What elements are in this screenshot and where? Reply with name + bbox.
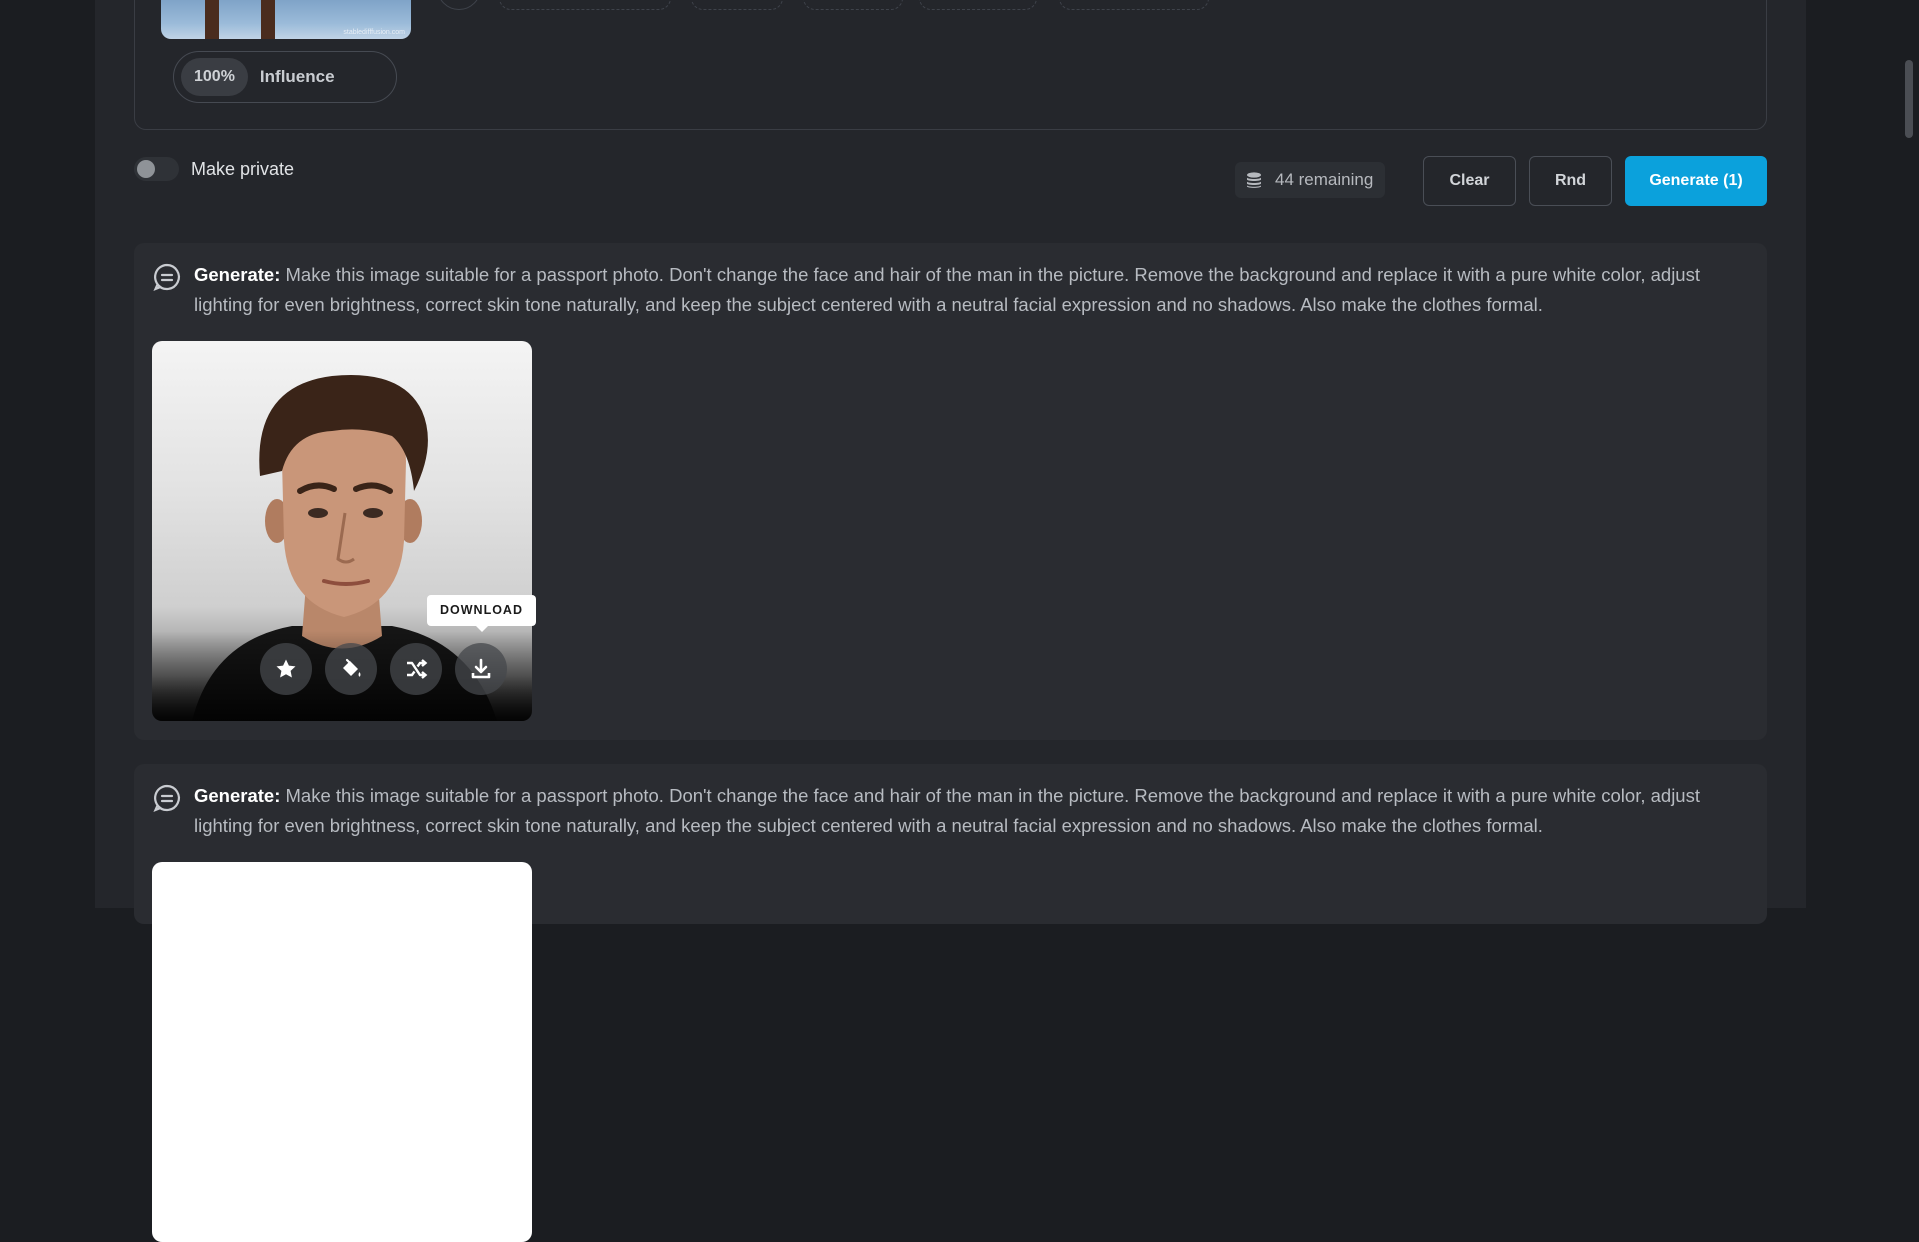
generation-prompt-text: Make this image suitable for a passport …	[194, 264, 1700, 315]
credits-remaining-badge: 44 remaining	[1235, 162, 1386, 198]
reference-slot[interactable]	[499, 0, 671, 10]
star-icon	[276, 659, 296, 678]
page-scrollbar[interactable]	[1905, 60, 1913, 138]
reference-image-thumbnail[interactable]: stabledifffusion.com	[161, 0, 411, 39]
reference-slot[interactable]	[919, 0, 1037, 10]
generation-prefix: Generate:	[194, 264, 281, 285]
suspender-strap-left	[205, 0, 219, 39]
suspender-strap-right	[261, 0, 275, 39]
download-tooltip: DOWNLOAD	[427, 595, 536, 632]
influence-percent: 100%	[181, 58, 248, 96]
reference-slot[interactable]	[803, 0, 903, 10]
random-button[interactable]: Rnd	[1529, 156, 1612, 206]
reference-slot[interactable]	[691, 0, 783, 10]
influence-label: Influence	[259, 67, 335, 86]
clear-button[interactable]: Clear	[1423, 156, 1516, 206]
download-button[interactable]	[455, 643, 507, 695]
generation-card: Generate: Make this image suitable for a…	[134, 243, 1767, 740]
generation-prompt: Generate: Make this image suitable for a…	[194, 260, 1734, 320]
generation-prompt: Generate: Make this image suitable for a…	[194, 781, 1734, 841]
chat-bubble-icon	[153, 263, 180, 292]
coins-stack-icon	[1247, 172, 1261, 188]
remaining-label: 44 remaining	[1275, 170, 1374, 189]
generated-image[interactable]	[152, 341, 532, 721]
generation-card: Generate: Make this image suitable for a…	[134, 764, 1767, 1242]
generation-prefix: Generate:	[194, 785, 281, 806]
toggle-knob	[137, 160, 155, 178]
thumb-watermark: stabledifffusion.com	[343, 29, 405, 36]
shuffle-icon	[407, 659, 428, 679]
edit-paint-button[interactable]	[325, 643, 377, 695]
make-private-toggle[interactable]	[134, 157, 179, 181]
generated-image[interactable]	[152, 862, 532, 1242]
paint-bucket-icon	[343, 658, 361, 677]
generate-button[interactable]: Generate (1)	[1625, 156, 1767, 206]
generation-prompt-text: Make this image suitable for a passport …	[194, 785, 1700, 836]
make-private-label: Make private	[191, 159, 295, 179]
variation-button[interactable]	[390, 643, 442, 695]
influence-control[interactable]: 100% Influence	[173, 51, 397, 103]
reference-slot[interactable]	[1059, 0, 1209, 10]
favorite-button[interactable]	[260, 643, 312, 695]
chat-bubble-icon	[153, 784, 180, 813]
download-icon	[471, 658, 491, 679]
